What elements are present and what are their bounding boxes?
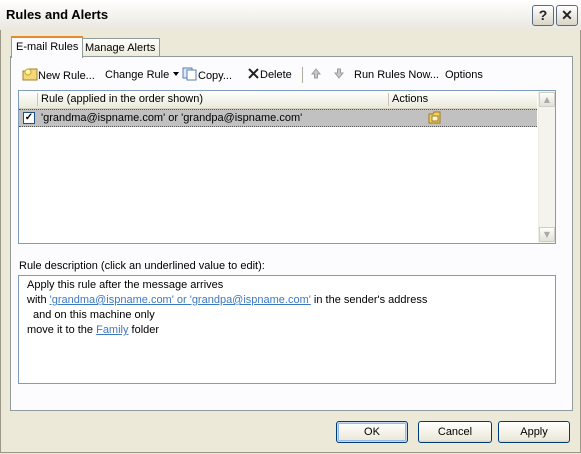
run-rules-now-label: Run Rules Now... (354, 69, 439, 81)
change-rule-label: Change Rule (105, 69, 170, 81)
move-up-button[interactable] (310, 67, 322, 83)
column-header-rule[interactable]: Rule (applied in the order shown) (41, 92, 203, 107)
description-text: in the sender's address (310, 294, 428, 306)
rules-list[interactable]: Rule (applied in the order shown) Action… (18, 90, 556, 244)
delete-button[interactable]: Delete (247, 67, 292, 83)
close-button[interactable]: ✕ (556, 5, 578, 26)
rule-name: 'grandma@ispname.com' or 'grandpa@ispnam… (41, 112, 303, 124)
rules-list-header: Rule (applied in the order shown) Action… (19, 91, 537, 109)
change-rule-button[interactable]: Change Rule (105, 67, 180, 83)
move-up-icon (310, 68, 322, 79)
dropdown-arrow-icon (173, 72, 180, 76)
description-line: with 'grandma@ispname.com' or 'grandpa@i… (27, 294, 427, 306)
options-button[interactable]: Options (445, 67, 483, 83)
scroll-down-arrow[interactable]: ▼ (539, 227, 555, 242)
tab-manage-alerts[interactable]: Manage Alerts (80, 38, 161, 57)
move-down-icon (333, 68, 345, 79)
description-line: Apply this rule after the message arrive… (27, 279, 224, 291)
header-separator (388, 93, 389, 106)
description-text: move it to the (27, 324, 97, 336)
copy-icon (182, 67, 197, 81)
new-rule-icon (22, 68, 38, 81)
copy-label: Copy... (198, 70, 233, 82)
rule-row[interactable]: ✓ 'grandma@ispname.com' or 'grandpa@ispn… (19, 109, 537, 127)
description-text: with (27, 294, 50, 306)
toolbar-separator (302, 67, 303, 83)
window-title: Rules and Alerts (6, 7, 109, 22)
description-text: folder (128, 324, 160, 336)
delete-x-icon (248, 68, 259, 79)
column-header-actions[interactable]: Actions (392, 92, 428, 107)
cancel-button[interactable]: Cancel (418, 421, 492, 443)
rule-description-label: Rule description (click an underlined va… (19, 260, 265, 272)
copy-button[interactable]: Copy... (182, 67, 232, 83)
options-label: Options (445, 69, 483, 81)
move-down-button[interactable] (333, 67, 345, 83)
description-line: and on this machine only (33, 309, 155, 321)
rules-toolbar: New Rule... Change Rule Copy... Delete R… (10, 64, 570, 86)
target-folder-link[interactable]: Family (96, 324, 128, 336)
rule-description-box: Apply this rule after the message arrive… (18, 275, 556, 384)
run-rules-now-button[interactable]: Run Rules Now... (354, 67, 439, 83)
help-button[interactable]: ? (532, 5, 554, 26)
tab-email-rules[interactable]: E-mail Rules (11, 36, 84, 58)
apply-button[interactable]: Apply (498, 421, 570, 443)
rule-enabled-checkbox[interactable]: ✓ (23, 112, 35, 124)
delete-label: Delete (260, 69, 292, 81)
description-line: move it to the Family folder (27, 324, 159, 336)
rules-list-scrollbar[interactable]: ▲ ▼ (538, 91, 555, 243)
title-bar: Rules and Alerts ? ✕ (0, 0, 581, 31)
move-to-folder-icon (428, 111, 441, 124)
ok-button[interactable]: OK (336, 421, 408, 443)
header-separator (37, 93, 38, 106)
new-rule-label: New Rule... (38, 70, 95, 82)
new-rule-button[interactable]: New Rule... (22, 67, 95, 83)
scroll-up-arrow[interactable]: ▲ (539, 92, 555, 107)
sender-address-link[interactable]: 'grandma@ispname.com' or 'grandpa@ispnam… (50, 294, 311, 306)
